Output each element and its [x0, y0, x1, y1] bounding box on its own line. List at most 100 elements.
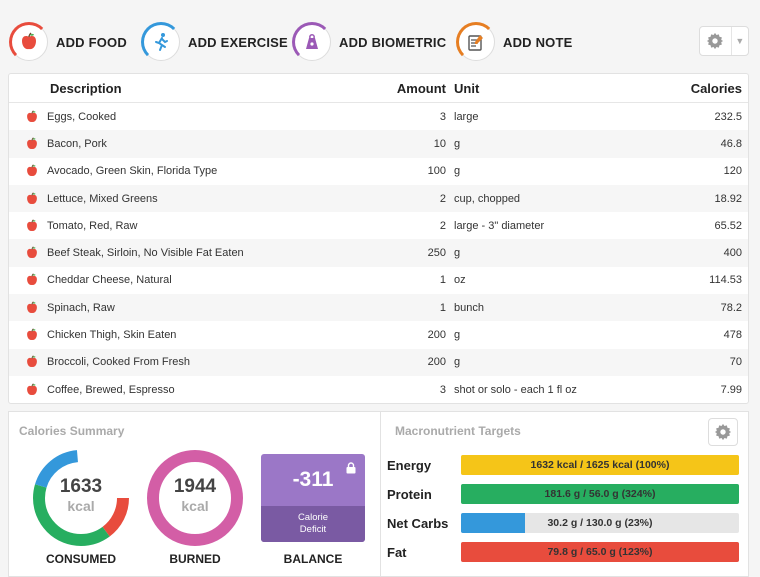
food-apple-icon — [9, 164, 47, 178]
add-note-arc — [456, 22, 496, 62]
macro-progress-bar: 30.2 g / 130.0 g (23%) — [461, 513, 739, 533]
header-calories: Calories — [690, 80, 742, 96]
food-amount: 3 — [439, 383, 446, 396]
food-apple-icon — [9, 328, 47, 342]
balance-line2: Deficit — [299, 524, 327, 535]
food-description: Tomato, Red, Raw — [47, 219, 138, 232]
add-exercise-label: ADD EXERCISE — [188, 34, 288, 50]
add-note-button[interactable]: ADD NOTE — [456, 20, 573, 64]
food-apple-icon — [9, 301, 47, 315]
food-apple-icon — [9, 246, 47, 260]
chevron-down-icon[interactable]: ▼ — [730, 27, 748, 55]
settings-gear[interactable] — [700, 32, 731, 50]
calories-summary-title: Calories Summary — [19, 424, 125, 438]
table-row[interactable]: Broccoli, Cooked From Fresh 200 g 70 — [9, 348, 748, 376]
food-apple-icon — [9, 137, 47, 151]
toolbar: ADD FOOD ADD EXERCISE ADD BIOMETRIC ADD … — [0, 0, 760, 72]
lock-icon — [346, 462, 356, 474]
add-food-label: ADD FOOD — [56, 34, 127, 50]
food-unit: large - 3" diameter — [454, 219, 545, 232]
food-unit: g — [454, 165, 461, 178]
food-unit: g — [454, 247, 461, 260]
food-description: Bacon, Pork — [47, 137, 107, 150]
macro-progress-text: 1632 kcal / 1625 kcal (100%) — [530, 459, 670, 471]
macro-progress-text: 181.6 g / 56.0 g (324%) — [544, 488, 656, 500]
macro-label: Protein — [387, 486, 432, 502]
food-amount: 2 — [439, 219, 446, 232]
settings-dropdown[interactable]: ▼ — [699, 26, 749, 56]
food-amount: 200 — [427, 329, 446, 342]
food-diary-table: Description Amount Unit Calories Eggs, C… — [8, 73, 749, 404]
macro-row: Net Carbs 30.2 g / 130.0 g (23%) — [387, 512, 739, 534]
burned-unit: kcal — [181, 498, 209, 514]
consumed-unit: kcal — [67, 498, 95, 514]
food-description: Broccoli, Cooked From Fresh — [47, 356, 191, 369]
food-calories: 478 — [723, 329, 742, 342]
food-calories: 120 — [723, 165, 742, 178]
table-row[interactable]: Spinach, Raw 1 bunch 78.2 — [9, 294, 748, 322]
food-unit: bunch — [454, 301, 484, 314]
add-biometric-icon-circle — [292, 22, 332, 62]
food-amount: 1 — [439, 301, 446, 314]
add-biometric-button[interactable]: ADD BIOMETRIC — [292, 20, 446, 64]
food-unit: shot or solo - each 1 fl oz — [454, 383, 577, 396]
table-row[interactable]: Cheddar Cheese, Natural 1 oz 114.53 — [9, 267, 748, 294]
food-calories: 114.53 — [709, 274, 742, 287]
add-food-button[interactable]: ADD FOOD — [9, 20, 127, 64]
balance-caption: Calorie Deficit — [261, 506, 365, 542]
food-amount: 100 — [427, 165, 446, 178]
macro-label: Fat — [387, 544, 407, 560]
food-calories: 400 — [723, 247, 742, 260]
food-apple-icon — [9, 382, 47, 397]
food-unit: oz — [454, 274, 466, 287]
header-unit: Unit — [454, 80, 480, 96]
table-row[interactable]: Coffee, Brewed, Espresso 3 shot or solo - … — [9, 376, 748, 403]
macro-settings-button[interactable] — [708, 418, 738, 446]
food-calories: 65.52 — [714, 219, 742, 232]
header-amount: Amount — [396, 80, 446, 96]
table-row[interactable]: Avocado, Green Skin, Florida Type 100 g 120 — [9, 158, 748, 185]
gear-icon — [714, 423, 732, 441]
macro-row: Fat 79.8 g / 65.0 g (123%) — [387, 541, 739, 563]
food-description: Spinach, Raw — [47, 301, 115, 314]
food-apple-icon — [9, 191, 47, 206]
food-description: Eggs, Cooked — [47, 110, 117, 123]
food-description: Avocado, Green Skin, Florida Type — [47, 165, 218, 178]
add-exercise-icon-circle — [141, 22, 181, 62]
table-row[interactable]: Tomato, Red, Raw 2 large - 3" diameter 65.5… — [9, 212, 748, 239]
balance-box: -311 Calorie Deficit — [261, 454, 365, 542]
table-row[interactable]: Chicken Thigh, Skin Eaten 200 g 478 — [9, 321, 748, 348]
macro-progress-bar: 79.8 g / 65.0 g (123%) — [461, 542, 739, 562]
food-unit: large — [454, 110, 479, 123]
food-unit: g — [454, 329, 461, 342]
table-row[interactable]: Lettuce, Mixed Greens 2 cup, chopped 18.92 — [9, 184, 748, 213]
macronutrient-targets-title: Macronutrient Targets — [395, 424, 521, 438]
food-apple-icon — [9, 219, 47, 233]
table-row[interactable]: Eggs, Cooked 3 large 232.5 — [9, 103, 748, 130]
add-note-icon-circle — [456, 22, 496, 62]
food-apple-icon — [9, 109, 47, 124]
food-unit: cup, chopped — [454, 192, 521, 205]
macro-row: Energy 1632 kcal / 1625 kcal (100%) — [387, 454, 739, 476]
add-food-arc — [9, 22, 49, 62]
food-calories: 18.92 — [714, 192, 742, 205]
food-apple-icon — [9, 273, 47, 287]
food-calories: 232.5 — [714, 110, 742, 123]
consumed-ring: 1633 kcal — [31, 448, 131, 548]
food-calories: 7.99 — [720, 383, 742, 396]
food-description: Cheddar Cheese, Natural — [47, 274, 172, 287]
food-amount: 3 — [439, 110, 446, 123]
add-biometric-arc — [292, 22, 332, 62]
burned-value: 1944 — [173, 476, 217, 497]
gear-icon — [707, 32, 724, 50]
food-calories: 46.8 — [720, 137, 742, 150]
table-row[interactable]: Beef Steak, Sirloin, No Visible Fat Eate… — [9, 239, 748, 267]
consumed-value: 1633 — [59, 476, 103, 497]
add-exercise-button[interactable]: ADD EXERCISE — [141, 20, 288, 64]
add-exercise-arc — [141, 22, 181, 62]
table-header: Description Amount Unit Calories — [9, 74, 748, 103]
macro-progress-text: 79.8 g / 65.0 g (123%) — [547, 546, 653, 558]
burned-ring: 1944 kcal — [145, 448, 245, 548]
table-row[interactable]: Bacon, Pork 10 g 46.8 — [9, 130, 748, 158]
balance-line1: Calorie — [297, 512, 329, 523]
